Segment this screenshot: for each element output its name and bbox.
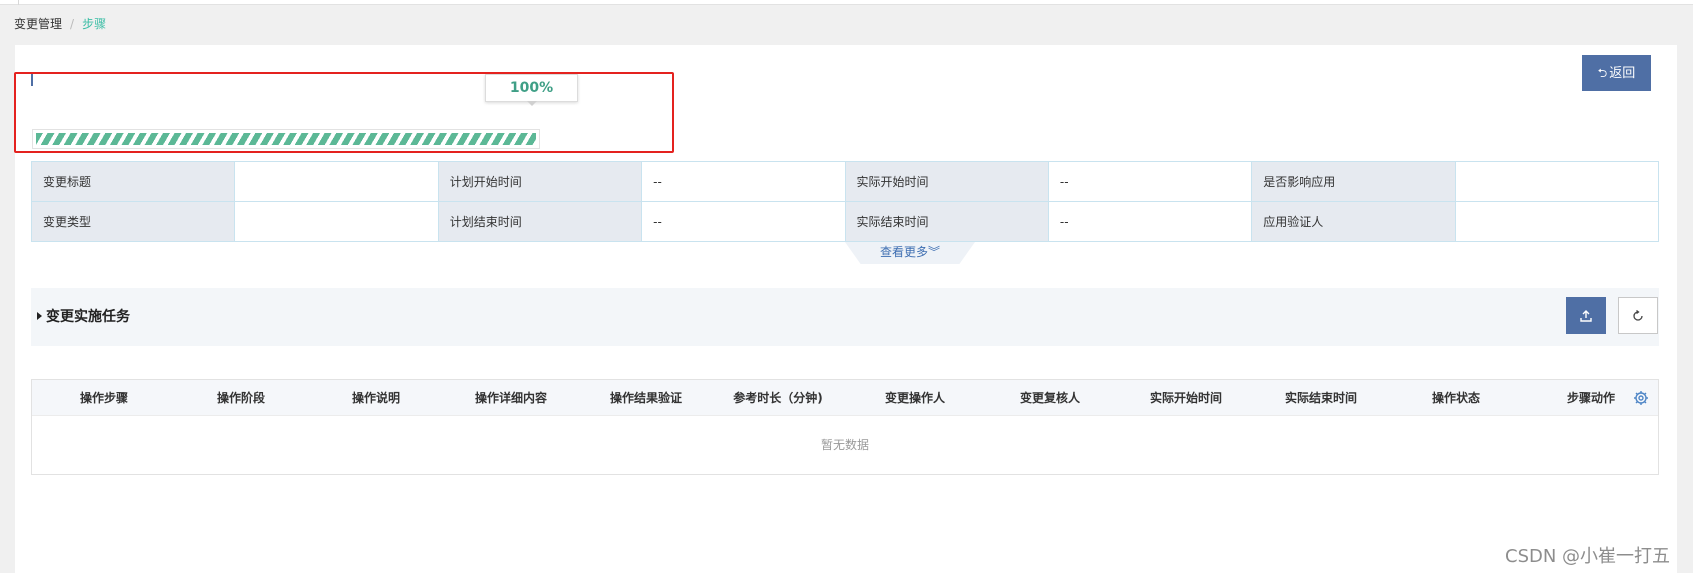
top-edge bbox=[0, 0, 1693, 5]
section-title[interactable]: 变更实施任务 bbox=[46, 307, 130, 327]
info-value: -- bbox=[641, 161, 846, 202]
refresh-icon bbox=[1633, 309, 1643, 321]
highlight-annotation-box bbox=[14, 72, 674, 153]
info-value: -- bbox=[1047, 161, 1253, 202]
empty-state-text: 暂无数据 bbox=[820, 438, 869, 452]
column-header: 实际结束时间 bbox=[1284, 391, 1357, 405]
view-more-toggle[interactable]: 查看更多︾ bbox=[845, 242, 975, 264]
info-row: 变更类型 计划结束时间 -- 实际结束时间 -- 应用验证人 bbox=[30, 201, 1660, 242]
task-table: 操作步骤 操作阶段 操作说明 操作详细内容 操作结果验证 参考时长（分钟) 变更操作人 变更复… bbox=[31, 379, 1659, 475]
section-header bbox=[31, 288, 1659, 346]
column-header: 操作结果验证 bbox=[609, 391, 682, 405]
refresh-button[interactable] bbox=[1618, 297, 1658, 334]
top-edge-mark bbox=[18, 0, 19, 5]
column-header: 操作状态 bbox=[1431, 391, 1480, 405]
watermark: CSDN @小崔一打五 bbox=[1505, 546, 1671, 567]
info-row: 变更标题 计划开始时间 -- 实际开始时间 -- 是否影响应用 bbox=[30, 161, 1660, 202]
double-chevron-down-icon: ︾ bbox=[928, 245, 941, 259]
column-header: 变更复核人 bbox=[1019, 391, 1080, 405]
info-value bbox=[234, 161, 439, 202]
info-label: 实际开始时间 bbox=[844, 161, 1049, 202]
column-header: 参考时长（分钟) bbox=[733, 391, 823, 405]
info-label: 计划结束时间 bbox=[437, 201, 643, 242]
column-header: 操作详细内容 bbox=[474, 391, 547, 405]
info-value bbox=[1454, 201, 1660, 242]
back-button-label: 返回 bbox=[1609, 66, 1636, 81]
column-header: 操作步骤 bbox=[79, 391, 128, 405]
info-label: 是否影响应用 bbox=[1251, 161, 1456, 202]
info-value: -- bbox=[1047, 201, 1253, 242]
breadcrumb-parent[interactable]: 变更管理 bbox=[14, 17, 62, 31]
view-more-label: 查看更多 bbox=[879, 245, 928, 259]
caret-right-icon[interactable] bbox=[37, 312, 42, 320]
column-header: 实际开始时间 bbox=[1149, 391, 1222, 405]
breadcrumb-current: 步骤 bbox=[82, 17, 107, 31]
info-label: 变更类型 bbox=[30, 201, 236, 242]
change-info-table: 变更标题 计划开始时间 -- 实际开始时间 -- 是否影响应用 变更类型 计划结… bbox=[30, 161, 1660, 242]
column-header: 变更操作人 bbox=[884, 391, 945, 405]
column-header: 操作阶段 bbox=[216, 391, 265, 405]
info-value bbox=[1454, 161, 1660, 202]
info-label: 计划开始时间 bbox=[437, 161, 643, 202]
breadcrumb: 变更管理 / 步骤 bbox=[14, 16, 106, 32]
upload-icon bbox=[1580, 309, 1592, 322]
breadcrumb-separator: / bbox=[70, 17, 75, 31]
task-table-header: 操作步骤 操作阶段 操作说明 操作详细内容 操作结果验证 参考时长（分钟) 变更操作人 变更复… bbox=[32, 380, 1658, 416]
info-label: 应用验证人 bbox=[1251, 201, 1456, 242]
upload-button[interactable] bbox=[1566, 297, 1606, 334]
info-label: 实际结束时间 bbox=[844, 201, 1049, 242]
info-value bbox=[234, 201, 439, 242]
back-button[interactable]: ⮌ 返回 bbox=[1582, 55, 1651, 91]
gear-icon[interactable] bbox=[1633, 390, 1649, 406]
column-header: 操作说明 bbox=[351, 391, 400, 405]
info-label: 变更标题 bbox=[30, 161, 236, 202]
info-value: -- bbox=[641, 201, 846, 242]
undo-arrow-icon: ⮌ bbox=[1597, 66, 1608, 80]
